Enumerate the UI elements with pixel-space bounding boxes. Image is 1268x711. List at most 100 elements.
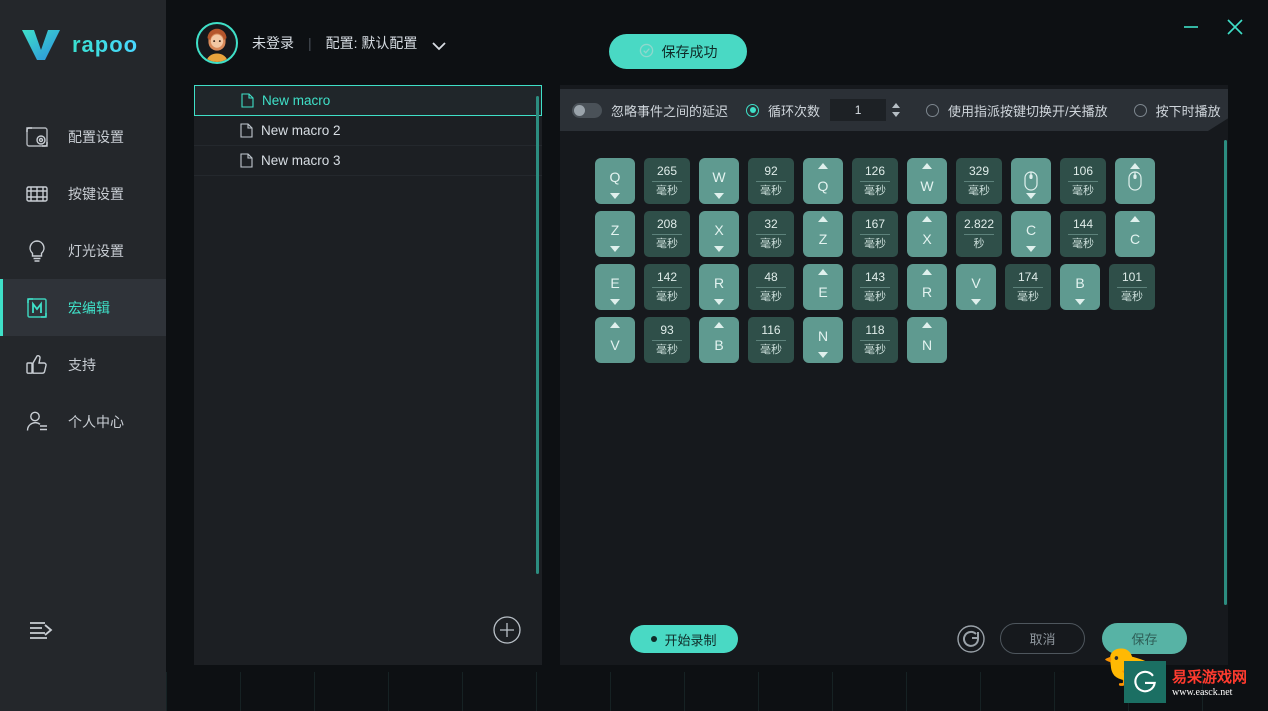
- key-label: R: [713, 274, 725, 291]
- lighting-settings-icon: [24, 238, 50, 264]
- sidebar-item-lighting-settings[interactable]: 灯光设置: [0, 222, 166, 279]
- key-event-tile[interactable]: Q: [595, 158, 635, 204]
- collapse-sidebar-icon[interactable]: [25, 615, 55, 645]
- delay-tile[interactable]: 116 毫秒: [748, 317, 794, 363]
- loop-count-label: 循环次数: [768, 103, 821, 119]
- list-item[interactable]: New macro 2: [194, 116, 542, 146]
- delay-tile[interactable]: 144 毫秒: [1060, 211, 1106, 257]
- toggle-key-radio[interactable]: [926, 103, 940, 117]
- key-label: Z: [818, 230, 828, 247]
- key-event-tile[interactable]: R: [907, 264, 947, 310]
- reset-icon[interactable]: [956, 624, 986, 654]
- delay-tile[interactable]: 93 毫秒: [644, 317, 690, 363]
- key-event-tile[interactable]: R: [699, 264, 739, 310]
- arrow-up-icon: [818, 163, 828, 169]
- mouse-event-tile[interactable]: [1115, 158, 1155, 204]
- delay-tile[interactable]: 118 毫秒: [852, 317, 898, 363]
- delay-tile[interactable]: 142 毫秒: [644, 264, 690, 310]
- plus-circle-icon[interactable]: [493, 616, 521, 644]
- delay-value: 92: [764, 164, 778, 178]
- brand-logo: rapoo: [20, 28, 138, 62]
- sidebar-label: 个人中心: [68, 413, 124, 430]
- sidebar-item-key-settings[interactable]: 按键设置: [0, 165, 166, 222]
- minimize-icon[interactable]: [1178, 14, 1204, 40]
- key-event-tile[interactable]: W: [907, 158, 947, 204]
- mouse-event-tile[interactable]: [1011, 158, 1051, 204]
- delay-tile[interactable]: 92 毫秒: [748, 158, 794, 204]
- sidebar-item-macro-editor[interactable]: 宏编辑: [0, 279, 166, 336]
- delay-value: 2.822: [963, 217, 995, 231]
- ignore-delay-toggle[interactable]: [572, 102, 602, 118]
- list-item[interactable]: New macro 3: [194, 146, 542, 176]
- watermark-url: www.easck.net: [1172, 687, 1233, 698]
- key-label: X: [714, 221, 724, 238]
- key-event-tile[interactable]: Z: [595, 211, 635, 257]
- key-event-tile[interactable]: V: [956, 264, 996, 310]
- arrow-up-icon: [818, 269, 828, 275]
- key-label: B: [1075, 274, 1085, 291]
- start-record-button[interactable]: 开始录制: [630, 625, 738, 653]
- delay-unit: 毫秒: [1068, 234, 1098, 250]
- key-label: N: [921, 336, 933, 353]
- document-icon: [241, 93, 254, 108]
- key-event-tile[interactable]: Q: [803, 158, 843, 204]
- delay-value: 208: [656, 217, 678, 231]
- loop-count-radio[interactable]: [746, 103, 760, 117]
- key-event-tile[interactable]: E: [803, 264, 843, 310]
- sidebar-item-user-center[interactable]: 个人中心: [0, 393, 166, 450]
- delay-unit: 毫秒: [860, 287, 890, 303]
- delay-value: 48: [764, 270, 778, 284]
- sequence-row: Q 265 毫秒 W 92 毫秒 Q 126 毫秒 W 329 毫秒 106 毫秒: [595, 158, 1195, 204]
- macro-list-scrollbar[interactable]: [536, 96, 539, 574]
- list-item[interactable]: New macro: [194, 85, 542, 116]
- delay-tile[interactable]: 174 毫秒: [1005, 264, 1051, 310]
- sidebar-item-profile-settings[interactable]: 配置设置: [0, 108, 166, 165]
- arrow-down-icon: [818, 352, 828, 358]
- loop-count-input[interactable]: [830, 99, 887, 121]
- key-label: W: [712, 168, 726, 185]
- key-label: Z: [610, 221, 620, 238]
- key-event-tile[interactable]: N: [803, 317, 843, 363]
- delay-tile[interactable]: 265 毫秒: [644, 158, 690, 204]
- delay-tile[interactable]: 101 毫秒: [1109, 264, 1155, 310]
- sidebar-label: 宏编辑: [68, 299, 110, 316]
- list-item-label: New macro: [262, 93, 331, 108]
- hold-play-radio[interactable]: [1133, 103, 1147, 117]
- key-event-tile[interactable]: W: [699, 158, 739, 204]
- delay-tile[interactable]: 32 毫秒: [748, 211, 794, 257]
- close-icon[interactable]: [1222, 14, 1248, 40]
- key-event-tile[interactable]: V: [595, 317, 635, 363]
- delay-tile[interactable]: 126 毫秒: [852, 158, 898, 204]
- cancel-button[interactable]: 取消: [1000, 623, 1085, 654]
- delay-tile[interactable]: 143 毫秒: [852, 264, 898, 310]
- key-event-tile[interactable]: X: [907, 211, 947, 257]
- delay-tile[interactable]: 48 毫秒: [748, 264, 794, 310]
- key-event-tile[interactable]: B: [1060, 264, 1100, 310]
- delay-unit: 毫秒: [756, 340, 786, 356]
- delay-tile[interactable]: 329 毫秒: [956, 158, 1002, 204]
- avatar[interactable]: [196, 22, 238, 64]
- delay-tile[interactable]: 167 毫秒: [852, 211, 898, 257]
- ignore-delay-label: 忽略事件之间的延迟: [611, 103, 729, 119]
- key-event-tile[interactable]: C: [1011, 211, 1051, 257]
- key-event-tile[interactable]: E: [595, 264, 635, 310]
- delay-tile[interactable]: 2.822 秒: [956, 211, 1002, 257]
- key-label: R: [921, 283, 933, 300]
- sidebar-item-support[interactable]: 支持: [0, 336, 166, 393]
- key-event-tile[interactable]: N: [907, 317, 947, 363]
- watermark-text: 易采游戏网 www.easck.net: [1172, 666, 1247, 698]
- document-icon: [240, 153, 253, 168]
- key-event-tile[interactable]: C: [1115, 211, 1155, 257]
- key-event-tile[interactable]: X: [699, 211, 739, 257]
- key-event-tile[interactable]: B: [699, 317, 739, 363]
- chevron-down-icon[interactable]: [431, 38, 447, 51]
- loop-count-stepper[interactable]: [890, 100, 902, 120]
- delay-tile[interactable]: 208 毫秒: [644, 211, 690, 257]
- profile-selector-label[interactable]: 配置: 默认配置: [326, 33, 418, 53]
- key-label: B: [714, 336, 724, 353]
- key-event-tile[interactable]: Z: [803, 211, 843, 257]
- macro-editor-scrollbar[interactable]: [1224, 140, 1227, 605]
- delay-tile[interactable]: 106 毫秒: [1060, 158, 1106, 204]
- window-controls: [1178, 14, 1248, 40]
- sidebar-nav: 配置设置 按键设置 灯光设置 宏编辑 支持 个人中心: [0, 108, 166, 450]
